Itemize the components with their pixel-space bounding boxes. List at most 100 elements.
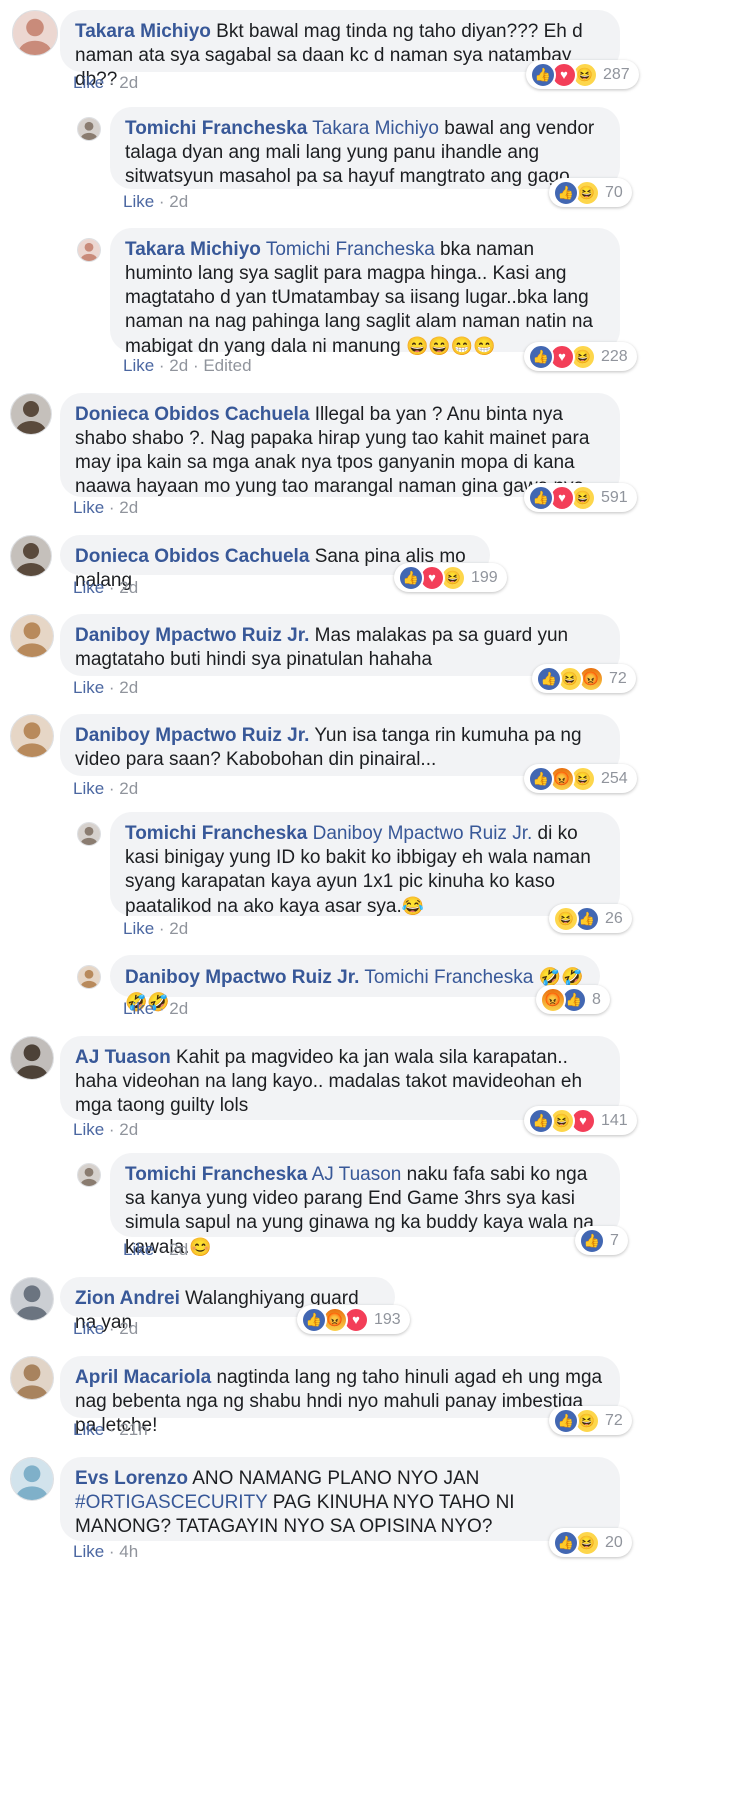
like-link[interactable]: Like bbox=[73, 1420, 104, 1439]
mention-link[interactable]: Daniboy Mpactwo Ruiz Jr. bbox=[313, 823, 533, 844]
timestamp[interactable]: 2d bbox=[169, 192, 188, 211]
reaction-summary[interactable]: 😆 👍 26 bbox=[549, 904, 632, 933]
comment-actions: Like · 2d bbox=[123, 192, 189, 211]
reaction-summary[interactable]: 👍 😆 72 bbox=[549, 1406, 632, 1435]
like-link[interactable]: Like bbox=[73, 1542, 104, 1561]
author-name[interactable]: Daniboy Mpactwo Ruiz Jr. bbox=[125, 967, 359, 988]
author-name[interactable]: Takara Michiyo bbox=[75, 21, 211, 42]
reaction-summary[interactable]: 👍 ♥ 😆 591 bbox=[524, 483, 637, 512]
mention-link[interactable]: Tomichi Francheska bbox=[364, 967, 533, 988]
comment-actions: Like · 2d bbox=[73, 678, 139, 697]
like-link[interactable]: Like bbox=[73, 73, 104, 92]
comment-bubble: Donieca Obidos Cachuela Illegal ba yan ?… bbox=[60, 393, 620, 497]
emoji: 😄😄😁😁 bbox=[405, 336, 496, 356]
mention-link[interactable]: AJ Tuason bbox=[312, 1164, 402, 1185]
like-link[interactable]: Like bbox=[123, 919, 154, 938]
reaction-count: 7 bbox=[610, 1231, 619, 1249]
avatar[interactable] bbox=[77, 1163, 101, 1187]
avatar[interactable] bbox=[10, 1036, 54, 1080]
comment-actions: Like · 2d bbox=[73, 779, 139, 798]
author-name[interactable]: Tomichi Francheska bbox=[125, 1164, 307, 1185]
reaction-summary[interactable]: 👍 ♥ 😆 228 bbox=[524, 342, 637, 371]
mention-link[interactable]: Takara Michiyo bbox=[312, 118, 439, 139]
timestamp[interactable]: 2d bbox=[119, 498, 138, 517]
reaction-summary[interactable]: 👍 😡 😆 254 bbox=[524, 764, 637, 793]
avatar[interactable] bbox=[77, 965, 101, 989]
timestamp[interactable]: 2d bbox=[119, 1319, 138, 1338]
author-name[interactable]: Daniboy Mpactwo Ruiz Jr. bbox=[75, 725, 309, 746]
timestamp[interactable]: 2d bbox=[169, 356, 188, 375]
timestamp[interactable]: 2d bbox=[119, 678, 138, 697]
author-name[interactable]: Zion Andrei bbox=[75, 1288, 180, 1309]
timestamp[interactable]: 2d bbox=[169, 919, 188, 938]
reaction-summary[interactable]: 👍 😆 20 bbox=[549, 1528, 632, 1557]
avatar[interactable] bbox=[12, 10, 58, 56]
comment-actions: Like · 2d bbox=[73, 73, 139, 92]
avatar-image bbox=[11, 615, 53, 657]
timestamp[interactable]: 2d bbox=[169, 1240, 188, 1259]
author-name[interactable]: Donieca Obidos Cachuela bbox=[75, 546, 309, 567]
timestamp[interactable]: 2d bbox=[119, 73, 138, 92]
timestamp[interactable]: 2d bbox=[119, 1120, 138, 1139]
avatar[interactable] bbox=[10, 1356, 54, 1400]
like-link[interactable]: Like bbox=[73, 1120, 104, 1139]
comment-bubble: Tomichi Francheska Daniboy Mpactwo Ruiz … bbox=[110, 812, 620, 917]
avatar-image bbox=[11, 1037, 53, 1079]
reaction-summary[interactable]: 👍 😆 70 bbox=[549, 178, 632, 207]
timestamp[interactable]: 2d bbox=[119, 779, 138, 798]
like-link[interactable]: Like bbox=[73, 498, 104, 517]
comment-actions: Like · 2d bbox=[123, 1240, 189, 1259]
avatar[interactable] bbox=[10, 714, 54, 758]
avatar-image bbox=[13, 11, 57, 55]
avatar[interactable] bbox=[10, 393, 52, 435]
reaction-summary[interactable]: 👍 😆 ♥ 141 bbox=[524, 1106, 637, 1135]
timestamp[interactable]: 4h bbox=[119, 1542, 138, 1561]
author-name[interactable]: AJ Tuason bbox=[75, 1047, 171, 1068]
author-name[interactable]: Donieca Obidos Cachuela bbox=[75, 404, 309, 425]
reaction-summary[interactable]: 👍 7 bbox=[575, 1226, 628, 1255]
reaction-summary[interactable]: 👍 ♥ 😆 287 bbox=[526, 60, 639, 89]
avatar[interactable] bbox=[10, 614, 54, 658]
comment-actions: Like · 2d bbox=[73, 1120, 139, 1139]
like-link[interactable]: Like bbox=[73, 1319, 104, 1338]
avatar[interactable] bbox=[10, 535, 52, 577]
reaction-count: 26 bbox=[605, 909, 623, 927]
reaction-summary[interactable]: 👍 😆 😡 72 bbox=[532, 664, 636, 693]
author-name[interactable]: Daniboy Mpactwo Ruiz Jr. bbox=[75, 625, 309, 646]
like-link[interactable]: Like bbox=[123, 999, 154, 1018]
timestamp[interactable]: 2d bbox=[119, 578, 138, 597]
edited-label[interactable]: Edited bbox=[203, 356, 251, 375]
comment-text: ANO NAMANG PLANO NYO JAN bbox=[192, 1468, 480, 1489]
comment-actions: Like · 21h bbox=[73, 1420, 148, 1439]
avatar[interactable] bbox=[10, 1457, 54, 1501]
haha-icon: 😆 bbox=[553, 905, 579, 932]
mention-link[interactable]: Tomichi Francheska bbox=[266, 239, 435, 260]
like-icon: 👍 bbox=[528, 765, 554, 792]
like-link[interactable]: Like bbox=[123, 356, 154, 375]
avatar-image bbox=[11, 394, 51, 434]
reaction-summary[interactable]: 👍 ♥ 😆 199 bbox=[394, 563, 507, 592]
reaction-summary[interactable]: 😡 👍 8 bbox=[536, 985, 610, 1014]
like-link[interactable]: Like bbox=[73, 678, 104, 697]
avatar[interactable] bbox=[77, 238, 101, 262]
author-name[interactable]: Evs Lorenzo bbox=[75, 1468, 188, 1489]
reaction-summary[interactable]: 👍 😡 ♥ 193 bbox=[297, 1305, 410, 1334]
reaction-count: 70 bbox=[605, 183, 623, 201]
author-name[interactable]: April Macariola bbox=[75, 1367, 211, 1388]
comment-bubble: Evs Lorenzo ANO NAMANG PLANO NYO JAN #OR… bbox=[60, 1457, 620, 1541]
author-name[interactable]: Tomichi Francheska bbox=[125, 118, 307, 139]
author-name[interactable]: Takara Michiyo bbox=[125, 239, 261, 260]
timestamp[interactable]: 2d bbox=[169, 999, 188, 1018]
avatar[interactable] bbox=[77, 822, 101, 846]
avatar[interactable] bbox=[77, 117, 101, 141]
hashtag-link[interactable]: #ORTIGASCECURITY bbox=[75, 1492, 268, 1513]
avatar[interactable] bbox=[10, 1277, 54, 1321]
author-name[interactable]: Tomichi Francheska bbox=[125, 823, 307, 844]
like-link[interactable]: Like bbox=[123, 1240, 154, 1259]
comment-actions: Like · 2d bbox=[73, 1319, 139, 1338]
avatar-image bbox=[11, 715, 53, 757]
timestamp[interactable]: 21h bbox=[119, 1420, 147, 1439]
like-link[interactable]: Like bbox=[123, 192, 154, 211]
like-link[interactable]: Like bbox=[73, 578, 104, 597]
like-link[interactable]: Like bbox=[73, 779, 104, 798]
